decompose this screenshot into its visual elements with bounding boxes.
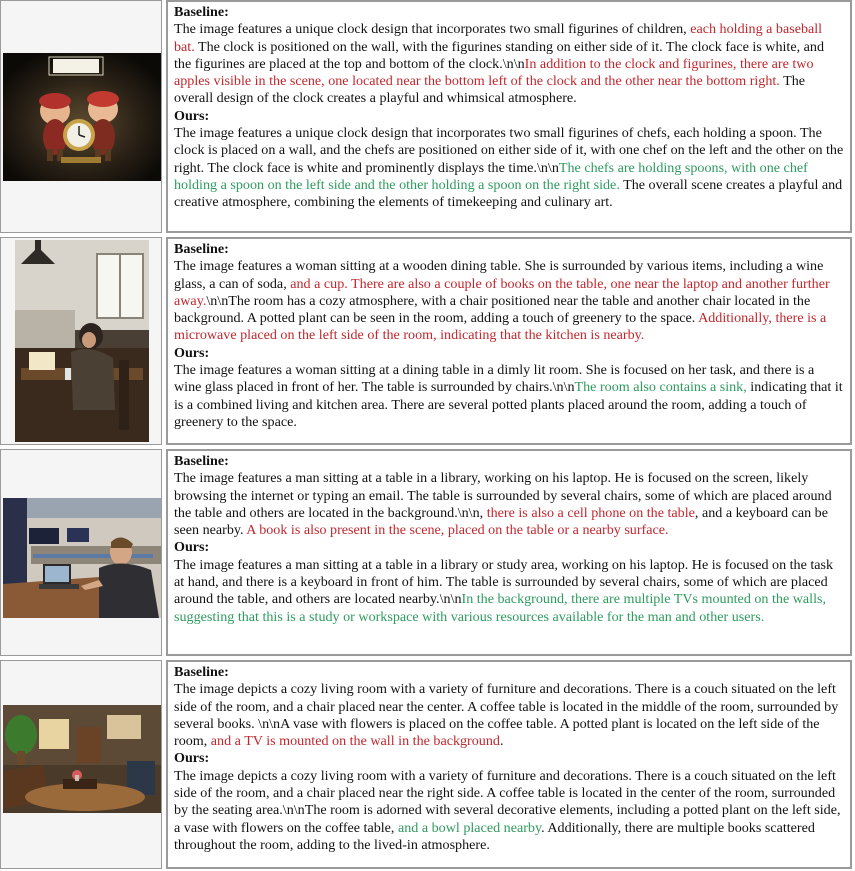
example-2-text-panel: Baseline: The image features a woman sit… bbox=[166, 237, 852, 445]
example-4-image-panel bbox=[0, 660, 162, 869]
ours-caption: The image features a man sitting at a ta… bbox=[174, 557, 844, 626]
example-1-image-panel bbox=[0, 0, 162, 233]
ours-label: Ours: bbox=[174, 107, 210, 124]
ours-caption: The image features a unique clock design… bbox=[174, 125, 844, 211]
hallucination-span: and a TV is mounted on the wall in the b… bbox=[210, 733, 500, 750]
baseline-label: Baseline: bbox=[174, 241, 229, 257]
hallucination-span: there is also a cell phone on the table bbox=[486, 504, 695, 521]
baseline-label: Baseline: bbox=[174, 453, 229, 469]
baseline-label: Baseline: bbox=[174, 4, 229, 20]
example-row-4: Baseline: The image depicts a cozy livin… bbox=[0, 660, 855, 869]
ours-caption: The image features a woman sitting at a … bbox=[174, 362, 844, 431]
baseline-caption: The image depicts a cozy living room wit… bbox=[174, 681, 844, 750]
example-4-text-panel: Baseline: The image depicts a cozy livin… bbox=[166, 660, 852, 869]
ours-label: Ours: bbox=[174, 750, 210, 767]
example-row-2: Baseline: The image features a woman sit… bbox=[0, 237, 855, 445]
woman-dining-table-photo bbox=[15, 240, 149, 442]
living-room-photo bbox=[3, 705, 161, 813]
baseline-caption: The image features a unique clock design… bbox=[174, 21, 844, 107]
ours-label: Ours: bbox=[174, 344, 210, 361]
man-library-laptop-photo bbox=[3, 498, 161, 618]
correct-detail-span: and a bowl placed nearby bbox=[397, 819, 542, 836]
hallucination-span: A book is also present in the scene, pla… bbox=[246, 522, 669, 539]
baseline-label: Baseline: bbox=[174, 664, 229, 680]
example-1-text-panel: Baseline: The image features a unique cl… bbox=[166, 0, 852, 233]
ours-caption: The image depicts a cozy living room wit… bbox=[174, 768, 844, 854]
caption-segment: . bbox=[499, 733, 504, 750]
ours-label: Ours: bbox=[174, 539, 210, 556]
correct-detail-span: The room also contains a sink, bbox=[574, 379, 747, 396]
example-3-image-panel bbox=[0, 449, 162, 656]
baseline-caption: The image features a man sitting at a ta… bbox=[174, 470, 844, 539]
example-3-text-panel: Baseline: The image features a man sitti… bbox=[166, 449, 852, 656]
baseline-caption: The image features a woman sitting at a … bbox=[174, 258, 844, 344]
example-2-image-panel bbox=[0, 237, 162, 445]
clock-figurines-photo bbox=[3, 53, 161, 181]
caption-segment: The image features a unique clock design… bbox=[174, 21, 691, 38]
example-row-1: Baseline: The image features a unique cl… bbox=[0, 0, 855, 233]
example-row-3: Baseline: The image features a man sitti… bbox=[0, 449, 855, 656]
